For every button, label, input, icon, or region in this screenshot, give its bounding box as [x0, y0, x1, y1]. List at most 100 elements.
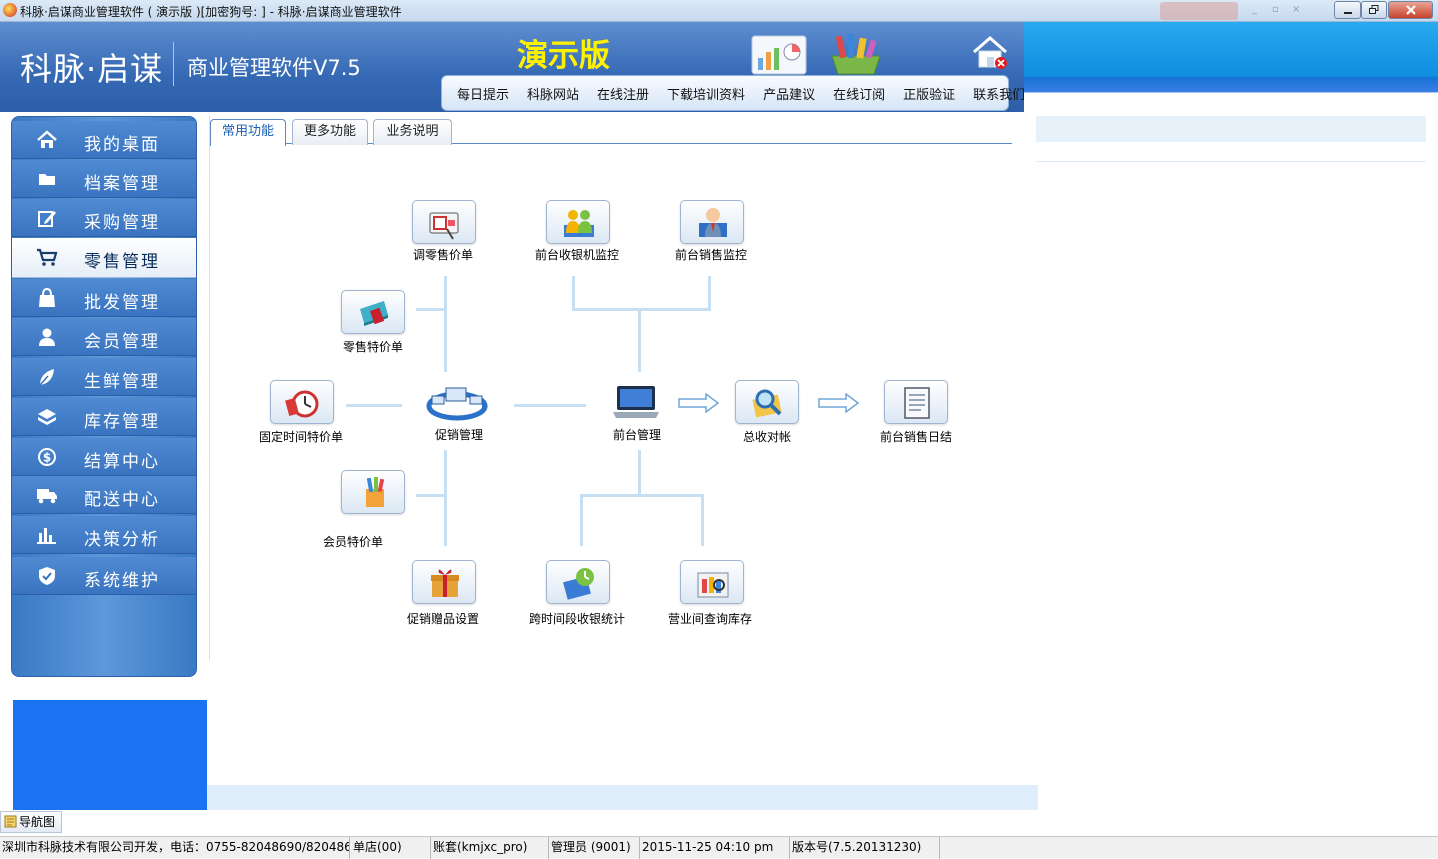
navigation-map-tab[interactable]: 导航图 [0, 811, 62, 833]
pos-monitor-button[interactable] [546, 200, 610, 244]
sidebar-item-label: 系统维护 [84, 571, 160, 591]
sidebar-item-retail[interactable]: 零售管理 [12, 238, 196, 278]
sidebar-item-distribution[interactable]: 配送中心 [12, 476, 196, 514]
bag-icon [39, 288, 55, 307]
connector-line [444, 450, 447, 546]
retail-special-label: 零售特价单 [342, 340, 404, 354]
laptop-icon[interactable] [612, 384, 660, 420]
retail-special-button[interactable] [341, 290, 405, 334]
svg-text:$: $ [43, 451, 51, 465]
nav-daily-tips[interactable]: 每日提示 [448, 84, 518, 103]
nav-website[interactable]: 科脉网站 [518, 84, 588, 103]
close-button[interactable] [1388, 1, 1433, 19]
status-account: 账套(kmjxc_pro) [431, 837, 549, 859]
sidebar-item-desktop[interactable]: 我的桌面 [12, 121, 196, 159]
sidebar-item-maintenance[interactable]: 系统维护 [12, 557, 196, 595]
nav-online-subscribe[interactable]: 在线订阅 [824, 84, 894, 103]
shield-icon [39, 567, 55, 585]
header-extension [1024, 22, 1438, 142]
fixed-time-special-label: 固定时间特价单 [258, 430, 344, 444]
tab-common-functions[interactable]: 常用功能 [210, 119, 286, 146]
nav-online-register[interactable]: 在线注册 [588, 84, 658, 103]
sidebar-item-label: 零售管理 [84, 252, 160, 272]
faint-restore-icon: ▫ [1272, 4, 1279, 15]
sidebar-item-member[interactable]: 会员管理 [12, 318, 196, 356]
document-icon [904, 387, 930, 419]
front-desk-label: 前台管理 [612, 428, 662, 442]
pos-monitor-label: 前台收银机监控 [534, 248, 620, 262]
gift-setup-button[interactable] [412, 560, 476, 604]
shelf-search-icon [697, 572, 729, 598]
maximize-button[interactable] [1361, 1, 1387, 19]
daily-close-button[interactable] [884, 380, 948, 424]
minimize-button[interactable] [1334, 1, 1361, 19]
connector-line [514, 404, 586, 407]
member-special-label: 会员特价单 [322, 535, 384, 549]
map-icon [4, 815, 17, 828]
truck-icon [37, 489, 57, 504]
sidebar-item-archives[interactable]: 档案管理 [12, 160, 196, 198]
promotion-network-icon[interactable] [426, 382, 488, 422]
cross-time-stats-button[interactable] [546, 560, 610, 604]
price-tag-icon [429, 212, 459, 240]
adjust-price-button[interactable] [412, 200, 476, 244]
app-logo-icon [3, 3, 17, 17]
connector-line [701, 496, 704, 546]
member-special-button[interactable] [341, 470, 405, 514]
status-datetime: 2015-11-25 04:10 pm [640, 837, 790, 859]
status-user: 管理员 (9001) [549, 837, 640, 859]
function-tabs: 常用功能 更多功能 业务说明 [210, 117, 1012, 146]
header-illustration-icon [751, 34, 881, 75]
window-title: 科脉·启谋商业管理软件 ( 演示版 )[加密狗号: ] - 科脉·启谋商业管理软… [20, 5, 402, 19]
status-company: 深圳市科脉技术有限公司开发，电话：0755-82048690/82048690 [0, 837, 350, 859]
tab-business-notes[interactable]: 业务说明 [373, 119, 452, 145]
manager-icon [699, 208, 727, 237]
clock-calculator-icon [563, 568, 594, 600]
sidebar-item-purchase[interactable]: 采购管理 [12, 199, 196, 237]
nav-license-verify[interactable]: 正版验证 [894, 84, 964, 103]
dollar-icon: $ [38, 448, 56, 466]
connector-line [638, 310, 641, 372]
sidebar-item-label: 采购管理 [84, 213, 160, 233]
connector-line [708, 276, 711, 310]
sidebar-item-label: 结算中心 [84, 452, 160, 472]
arrow-right-icon [678, 393, 720, 413]
reconcile-button[interactable] [735, 380, 799, 424]
sidebar-item-fresh[interactable]: 生鲜管理 [12, 358, 196, 396]
adjust-price-label: 调零售价单 [412, 248, 474, 262]
connector-line [416, 494, 446, 497]
restore-icon [1369, 5, 1379, 14]
sidebar-item-wholesale[interactable]: 批发管理 [12, 279, 196, 317]
sidebar-item-label: 决策分析 [84, 530, 160, 550]
sidebar-lower-panel [13, 700, 207, 810]
sidebar-item-inventory[interactable]: 库存管理 [12, 398, 196, 436]
product-subtitle: 商业管理软件V7.5 [187, 56, 361, 80]
top-navigation-bar: 每日提示 科脉网站 在线注册 下载培训资料 产品建议 在线订阅 正版验证 联系我… [441, 75, 1025, 111]
bar-chart-icon [37, 528, 56, 544]
fixed-time-special-button[interactable] [270, 380, 334, 424]
main-bottom-strip [207, 785, 1038, 810]
folder-icon [39, 174, 55, 185]
sidebar-item-settlement[interactable]: $ 结算中心 [12, 438, 196, 476]
cart-icon [37, 248, 58, 266]
sidebar-item-label: 库存管理 [84, 412, 160, 432]
leaf-icon [39, 369, 54, 386]
stock-query-button[interactable] [680, 560, 744, 604]
sales-monitor-button[interactable] [680, 200, 744, 244]
connector-line [580, 494, 704, 497]
edit-icon [38, 211, 56, 227]
pencil-cup-icon [366, 477, 385, 507]
title-bar: 科脉·启谋商业管理软件 ( 演示版 )[加密狗号: ] - 科脉·启谋商业管理软… [0, 0, 1438, 22]
nav-product-suggestion[interactable]: 产品建议 [754, 84, 824, 103]
faint-close-icon: × [1292, 4, 1301, 15]
status-bar: 深圳市科脉技术有限公司开发，电话：0755-82048690/82048690 … [0, 836, 1438, 859]
sidebar-item-label: 我的桌面 [84, 135, 160, 155]
home-exit-icon[interactable] [970, 32, 1010, 72]
tab-more-functions[interactable]: 更多功能 [292, 119, 368, 145]
sidebar-item-analysis[interactable]: 决策分析 [12, 516, 196, 554]
retail-flow-diagram: 调零售价单 前台收银机监控 前台销售监控 零售特价单 固定时间特价单 促销管理 … [210, 150, 1038, 650]
nav-download-training[interactable]: 下载培训资料 [658, 84, 754, 103]
magnifier-doc-icon [752, 389, 782, 418]
gift-setup-label: 促销赠品设置 [406, 612, 480, 626]
sidebar: 我的桌面 档案管理 采购管理 零售管理 批发管理 会员管理 生鲜管理 库存管理 … [11, 116, 197, 677]
